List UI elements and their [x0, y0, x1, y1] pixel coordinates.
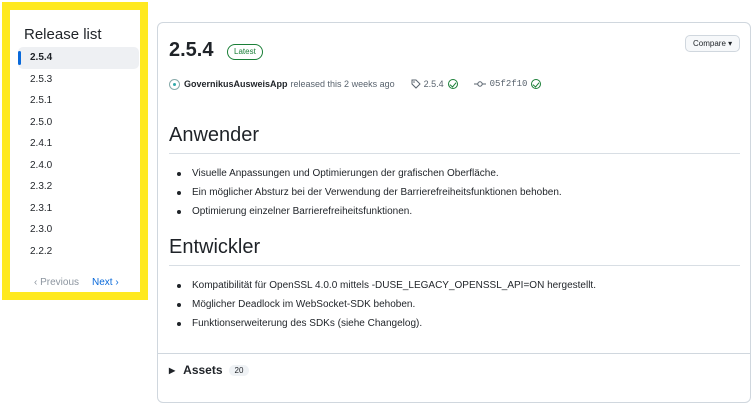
- release-item-2-3-0[interactable]: 2.3.0: [18, 219, 139, 241]
- avatar[interactable]: [169, 78, 180, 90]
- chevron-right-icon: ›: [112, 277, 119, 288]
- release-item-2-2-2[interactable]: 2.2.2: [18, 241, 139, 263]
- release-meta: GovernikusAusweisApp released this 2 wee…: [169, 77, 542, 91]
- entwickler-notes: Kompatibilität für OpenSSL 4.0.0 mittels…: [177, 276, 740, 333]
- triangle-right-icon: ▶: [169, 365, 176, 375]
- release-list: 2.5.4 2.5.3 2.5.1 2.5.0 2.4.1 2.4.0 2.3.…: [18, 47, 139, 262]
- latest-badge: Latest: [227, 44, 263, 60]
- next-page-button[interactable]: Next ›: [92, 277, 119, 288]
- released-text: released this 2 weeks ago: [290, 79, 395, 89]
- author-link[interactable]: GovernikusAusweisApp: [184, 79, 288, 89]
- tag-label: 2.5.4: [423, 79, 444, 89]
- release-item-2-5-4[interactable]: 2.5.4: [18, 47, 139, 69]
- list-item: Ein möglicher Absturz bei der Verwendung…: [177, 183, 740, 202]
- assets-label: Assets: [183, 363, 223, 377]
- compare-button[interactable]: Compare ▾: [685, 35, 741, 52]
- commit-hash: 05f2f10: [489, 79, 528, 89]
- list-item: Funktionserweiterung des SDKs (siehe Cha…: [177, 314, 740, 333]
- commit-link[interactable]: 05f2f10: [473, 79, 542, 89]
- assets-toggle[interactable]: ▶ Assets 20: [169, 363, 250, 377]
- list-item: Optimierung einzelner Barrierefreiheitsf…: [177, 202, 740, 221]
- assets-divider: [158, 353, 750, 354]
- compare-label: Compare: [693, 39, 726, 48]
- assets-count-badge: 20: [228, 364, 250, 376]
- chevron-down-icon: ▾: [728, 39, 733, 48]
- release-panel: 2.5.4 Latest Compare ▾ GovernikusAusweis…: [157, 22, 751, 403]
- verified-check-icon: [531, 79, 542, 89]
- section-heading-anwender: Anwender: [169, 124, 740, 154]
- commit-icon: [473, 81, 486, 87]
- release-item-2-5-0[interactable]: 2.5.0: [18, 112, 139, 134]
- tag-link[interactable]: 2.5.4: [411, 79, 458, 89]
- next-label: Next: [92, 277, 113, 288]
- sidebar-title: Release list: [24, 26, 102, 43]
- verified-check-icon: [447, 79, 458, 89]
- release-item-2-4-0[interactable]: 2.4.0: [18, 155, 139, 177]
- list-item: Visuelle Anpassungen und Optimierungen d…: [177, 164, 740, 183]
- release-item-2-5-1[interactable]: 2.5.1: [18, 90, 139, 112]
- tag-icon: [411, 79, 421, 89]
- section-heading-entwickler: Entwickler: [169, 236, 740, 266]
- release-item-2-4-1[interactable]: 2.4.1: [18, 133, 139, 155]
- release-list-sidebar: Release list 2.5.4 2.5.3 2.5.1 2.5.0 2.4…: [2, 2, 148, 300]
- list-item: Kompatibilität für OpenSSL 4.0.0 mittels…: [177, 276, 740, 295]
- list-item: Möglicher Deadlock im WebSocket-SDK beho…: [177, 295, 740, 314]
- release-version-title[interactable]: 2.5.4: [169, 39, 213, 62]
- release-item-2-3-1[interactable]: 2.3.1: [18, 198, 139, 220]
- previous-page-button[interactable]: ‹ Previous: [34, 277, 79, 288]
- release-item-2-3-2[interactable]: 2.3.2: [18, 176, 139, 198]
- release-item-2-5-3[interactable]: 2.5.3: [18, 69, 139, 91]
- anwender-notes: Visuelle Anpassungen und Optimierungen d…: [177, 164, 740, 221]
- previous-label: Previous: [40, 277, 80, 288]
